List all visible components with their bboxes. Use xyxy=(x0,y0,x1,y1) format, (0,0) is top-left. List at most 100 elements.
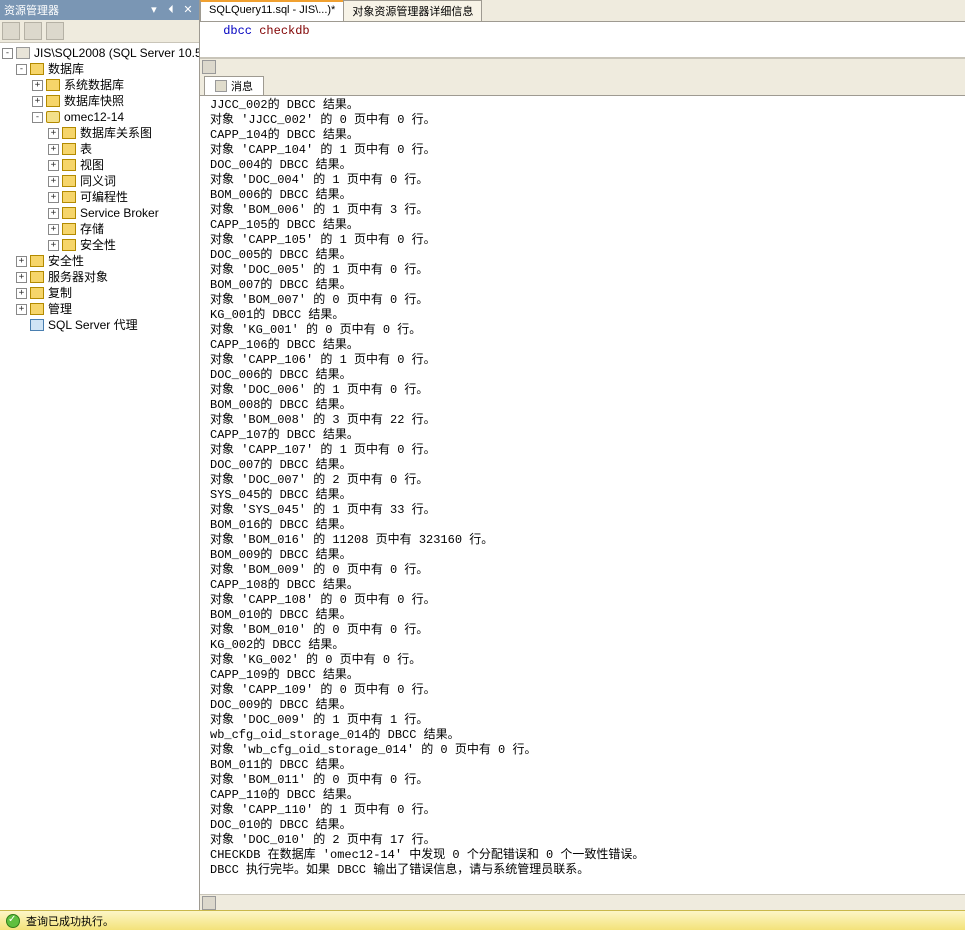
tree-node-label: 复制 xyxy=(48,285,72,301)
editor-scrollbar[interactable] xyxy=(200,58,965,74)
expand-icon[interactable]: + xyxy=(48,128,59,139)
tree-node-label: SQL Server 代理 xyxy=(48,317,138,333)
folder-icon xyxy=(62,143,76,155)
db-icon xyxy=(46,111,60,123)
status-bar: 查询已成功执行。 xyxy=(0,910,965,930)
refresh-button[interactable] xyxy=(24,22,42,40)
success-icon xyxy=(6,914,20,928)
tree-node[interactable]: - omec12-14 xyxy=(0,109,199,125)
server-icon xyxy=(16,47,30,59)
sql-editor[interactable]: dbcc checkdb xyxy=(200,22,965,58)
sql-keyword: dbcc xyxy=(223,24,252,38)
tree-node[interactable]: + 复制 xyxy=(0,285,199,301)
tree-node[interactable]: + 存储 xyxy=(0,221,199,237)
expand-icon[interactable]: + xyxy=(16,304,27,315)
spacer xyxy=(16,320,27,331)
object-explorer-title: 资源管理器 xyxy=(4,2,147,18)
object-explorer-titlebar: 资源管理器 ▾ ⏴ ✕ xyxy=(0,0,199,20)
expand-icon[interactable]: + xyxy=(32,96,43,107)
folder-icon xyxy=(62,159,76,171)
autohide-icon[interactable]: ⏴ xyxy=(164,4,178,17)
tree-node[interactable]: SQL Server 代理 xyxy=(0,317,199,333)
status-text: 查询已成功执行。 xyxy=(26,913,114,929)
collapse-icon[interactable]: - xyxy=(16,64,27,75)
tree-node[interactable]: + 安全性 xyxy=(0,253,199,269)
folder-icon xyxy=(30,255,44,267)
tree-node[interactable]: + 数据库快照 xyxy=(0,93,199,109)
tree-node[interactable]: + 视图 xyxy=(0,157,199,173)
tree-node-label: 存储 xyxy=(80,221,104,237)
tab-messages-label: 消息 xyxy=(231,78,253,94)
tree-node[interactable]: + 数据库关系图 xyxy=(0,125,199,141)
folder-icon xyxy=(46,79,60,91)
tree-node-label: 安全性 xyxy=(48,253,84,269)
messages-scrollbar[interactable] xyxy=(200,894,965,910)
tree-node[interactable]: + 服务器对象 xyxy=(0,269,199,285)
document-tab[interactable]: SQLQuery11.sql - JIS\...)* xyxy=(200,0,344,21)
tree-node-label: 服务器对象 xyxy=(48,269,108,285)
content-pane: SQLQuery11.sql - JIS\...)*对象资源管理器详细信息 db… xyxy=(200,0,965,910)
folder-icon xyxy=(62,175,76,187)
tree-node[interactable]: + 同义词 xyxy=(0,173,199,189)
tab-messages[interactable]: 消息 xyxy=(204,76,264,95)
tree-node[interactable]: + 系统数据库 xyxy=(0,77,199,93)
tree-node[interactable]: + Service Broker xyxy=(0,205,199,221)
tree-node-label: 数据库快照 xyxy=(64,93,124,109)
document-tabs: SQLQuery11.sql - JIS\...)*对象资源管理器详细信息 xyxy=(200,0,965,22)
folder-icon xyxy=(46,95,60,107)
expand-icon[interactable]: + xyxy=(48,192,59,203)
expand-icon[interactable]: + xyxy=(48,208,59,219)
tree-node-label: 安全性 xyxy=(80,237,116,253)
tree-node-label: 表 xyxy=(80,141,92,157)
tree-node-label: 管理 xyxy=(48,301,72,317)
tree-node[interactable]: + 管理 xyxy=(0,301,199,317)
expand-icon[interactable]: + xyxy=(16,288,27,299)
tree-node-label: 可编程性 xyxy=(80,189,128,205)
object-explorer-toolbar xyxy=(0,20,199,43)
expand-icon[interactable]: + xyxy=(48,176,59,187)
document-tab[interactable]: 对象资源管理器详细信息 xyxy=(343,0,482,21)
expand-icon[interactable]: + xyxy=(48,144,59,155)
folder-icon xyxy=(62,239,76,251)
tree-node[interactable]: - JIS\SQL2008 (SQL Server 10.50. xyxy=(0,45,199,61)
tree-node[interactable]: + 可编程性 xyxy=(0,189,199,205)
collapse-icon[interactable]: - xyxy=(2,48,13,59)
folder-icon xyxy=(30,271,44,283)
pin-icon[interactable]: ▾ xyxy=(147,3,161,16)
folder-icon xyxy=(30,303,44,315)
messages-output[interactable]: JJCC_002的 DBCC 结果。 对象 'JJCC_002' 的 0 页中有… xyxy=(200,96,965,894)
tree-node-label: 同义词 xyxy=(80,173,116,189)
tree-node[interactable]: - 数据库 xyxy=(0,61,199,77)
results-tabs: 消息 xyxy=(200,74,965,96)
folder-icon xyxy=(62,127,76,139)
tree-node[interactable]: +表 xyxy=(0,141,199,157)
expand-icon[interactable]: + xyxy=(16,272,27,283)
close-icon[interactable]: ✕ xyxy=(181,3,195,16)
object-explorer-tree[interactable]: -JIS\SQL2008 (SQL Server 10.50.-数据库+系统数据… xyxy=(0,43,199,910)
tree-node-label: omec12-14 xyxy=(64,109,124,125)
folder-icon xyxy=(30,287,44,299)
tree-node-label: 视图 xyxy=(80,157,104,173)
tree-node-label: 数据库关系图 xyxy=(80,125,152,141)
folder-icon xyxy=(62,191,76,203)
connect-button[interactable] xyxy=(2,22,20,40)
tree-node-label: 数据库 xyxy=(48,61,84,77)
expand-icon[interactable]: + xyxy=(48,224,59,235)
expand-icon[interactable]: + xyxy=(48,160,59,171)
tree-node-label: 系统数据库 xyxy=(64,77,124,93)
expand-icon[interactable]: + xyxy=(16,256,27,267)
sql-keyword: checkdb xyxy=(259,24,309,38)
expand-icon[interactable]: + xyxy=(48,240,59,251)
folder-icon xyxy=(62,223,76,235)
agent-icon xyxy=(30,319,44,331)
tree-node-label: Service Broker xyxy=(80,205,159,221)
tree-node[interactable]: + 安全性 xyxy=(0,237,199,253)
expand-icon[interactable]: + xyxy=(32,80,43,91)
folder-icon xyxy=(30,63,44,75)
filter-button[interactable] xyxy=(46,22,64,40)
tree-node-label: JIS\SQL2008 (SQL Server 10.50. xyxy=(34,45,199,61)
messages-icon xyxy=(215,80,227,92)
folder-icon xyxy=(62,207,76,219)
object-explorer-panel: 资源管理器 ▾ ⏴ ✕ -JIS\SQL2008 (SQL Server 10.… xyxy=(0,0,200,910)
collapse-icon[interactable]: - xyxy=(32,112,43,123)
